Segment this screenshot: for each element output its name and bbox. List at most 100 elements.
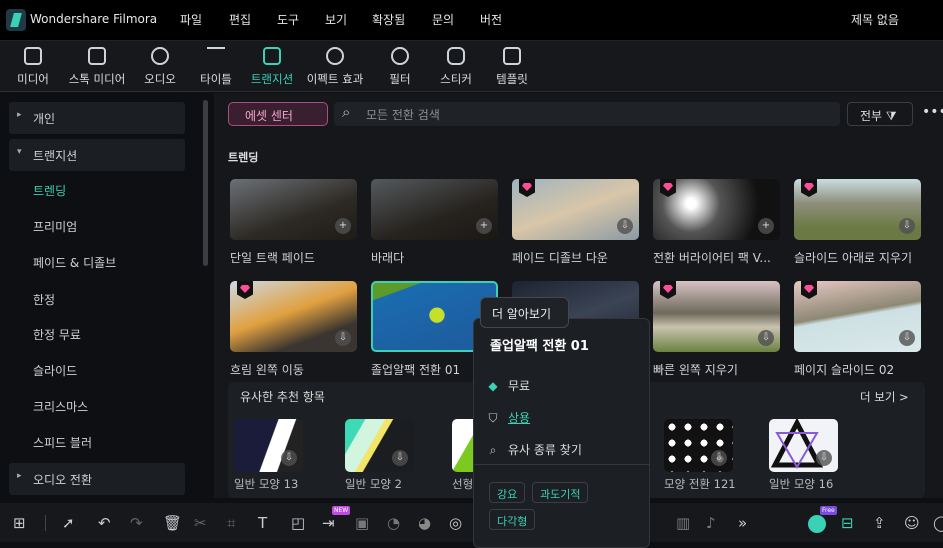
filter-all-button[interactable]: 전부 ⧩ [847,102,913,126]
transition-card[interactable]: ⇩ 페이드 디졸브 다운 [512,179,639,266]
download-icon[interactable]: ⇩ [335,330,351,346]
tag[interactable]: 강요 [489,482,526,503]
download-icon[interactable]: ⇩ [816,450,832,466]
more-tools-icon[interactable]: » [738,514,747,532]
transition-card[interactable]: ⇩ 빠른 왼쪽 지우기 [653,281,780,378]
sidebar-item-speed-blur[interactable]: 스피드 블러 [9,426,185,458]
card-label: 일반 모양 16 [769,477,834,491]
card-label: 슬라이드 아래로 지우기 [794,251,913,265]
menu-version[interactable]: 버전 [480,11,502,28]
template-icon [503,47,521,65]
menu-tools[interactable]: 도구 [277,11,299,28]
menu-edit[interactable]: 편집 [229,11,251,28]
search-icon: ⌕ [489,443,497,457]
card-label: 일반 모양 13 [234,477,299,491]
recommended-card[interactable]: ⇩ 일반 모양 2 [345,419,414,492]
premium-gem-icon [237,281,253,299]
menu-view[interactable]: 보기 [325,11,347,28]
sidebar-item-slide[interactable]: 슬라이드 [9,354,185,386]
transition-card[interactable]: + 전환 버라이어티 팩 V... [653,179,780,266]
sidebar-item-trending[interactable]: 트렌딩 [9,174,185,206]
asset-center-button[interactable]: 에셋 센터 [228,102,328,126]
audio-track-icon[interactable]: ♪ [706,514,716,532]
zoom-icon[interactable]: ◯ [933,514,943,532]
sidebar-item-audio-transition[interactable]: 오디오 전환 [9,463,185,495]
add-icon[interactable]: + [476,218,492,234]
recommended-card[interactable]: ⇩ 일반 모양 13 [234,419,303,492]
see-more-link[interactable]: 더 보기 > [860,389,909,405]
card-label: 페이드 디졸브 다운 [512,251,608,265]
card-label: 일반 모양 2 [345,477,402,491]
download-icon[interactable]: ⇩ [899,218,915,234]
find-similar-button[interactable]: ⌕ 유사 종류 찾기 [486,441,582,458]
add-icon[interactable]: + [758,218,774,234]
ai-copilot-icon[interactable] [808,515,826,533]
transition-card[interactable]: + 바래다 [371,179,498,266]
tag[interactable]: 과도기적 [532,482,589,503]
recommended-card[interactable]: ⇩ 모양 전환 121 [664,419,736,492]
tab-stickers[interactable]: 스티커 [426,47,486,87]
tab-media[interactable]: 미디어 [3,47,63,87]
tab-label: 타이틀 [200,72,232,86]
split-screen-icon[interactable]: ⊟ [841,514,854,532]
sidebar-item-personal[interactable]: 개인 [9,102,185,134]
download-icon[interactable]: ⇩ [758,330,774,346]
tab-effects[interactable]: 이펙트 효과 [305,47,365,87]
sidebar-item-fade-dissolve[interactable]: 페이드 & 디졸브 [9,246,185,278]
transition-card[interactable]: ⇩ 페이지 슬라이드 02 [794,281,921,378]
tab-stock-media[interactable]: 스톡 미디어 [67,47,127,87]
ai-image-icon[interactable]: ▣ [355,514,369,532]
transition-add-icon[interactable]: ⇥ [322,514,335,532]
speed-icon[interactable]: ◔ [387,514,400,532]
cut-icon[interactable]: ✂ [194,514,207,532]
tab-audio[interactable]: 오디오 [130,47,190,87]
recommended-card[interactable]: ⇩ 일반 모양 16 [769,419,838,492]
sidebar-item-christmas[interactable]: 크리스마스 [9,390,185,422]
sidebar-item-limited-free[interactable]: 한정 무료 [9,318,185,350]
undo-icon[interactable]: ↶ [98,514,111,532]
tag[interactable]: 다각형 [489,509,536,530]
tab-label: 스톡 미디어 [68,72,126,86]
layout-grid-icon[interactable]: ⊞ [13,514,26,532]
add-icon[interactable]: + [335,218,351,234]
search-input[interactable]: 모든 전환 검색 [334,102,840,126]
menu-file[interactable]: 파일 [180,11,202,28]
filter-icon [391,47,409,65]
filter-icon: ⧩ [885,109,897,123]
menu-help[interactable]: 문의 [432,11,454,28]
mask-icon[interactable]: ◰ [291,514,305,532]
sidebar-scrollbar[interactable] [203,100,208,266]
delete-icon[interactable]: 🗑 [163,514,182,532]
premium-gem-icon [660,179,676,197]
tab-titles[interactable]: 타이틀 [186,47,246,87]
project-title: 제목 없음 [851,13,899,27]
transition-card[interactable]: ⇩ 흐림 왼쪽 이동 [230,281,357,378]
redo-icon[interactable]: ↷ [130,514,143,532]
tab-transitions[interactable]: 트랜지션 [242,47,302,87]
menu-extensions[interactable]: 확장됨 [372,11,405,28]
select-pointer-icon[interactable]: ➚ [62,514,75,532]
license-link[interactable]: 상용 [508,411,530,425]
download-icon[interactable]: ⇩ [281,450,297,466]
sticker-add-icon[interactable]: ☺ [904,514,920,532]
title-bar: Wondershare Filmora 파일 편집 도구 보기 확장됨 문의 버… [0,0,943,40]
download-icon[interactable]: ⇩ [392,450,408,466]
tab-filters[interactable]: 필터 [370,47,430,87]
transition-card[interactable]: ⇩ 슬라이드 아래로 지우기 [794,179,921,266]
tab-label: 미디어 [17,72,49,86]
download-icon[interactable]: ⇩ [899,330,915,346]
ai-audio-icon[interactable]: ◎ [449,514,462,532]
more-options-icon[interactable]: ••• [922,104,943,120]
sidebar-item-transitions[interactable]: 트랜지션 [9,139,185,171]
export-clip-icon[interactable]: ⇪ [873,514,886,532]
crop-icon[interactable]: ⌗ [227,514,235,532]
color-palette-icon[interactable]: ◕ [418,514,431,532]
transition-card[interactable]: + 단일 트랙 페이드 [230,179,357,266]
tab-templates[interactable]: 템플릿 [482,47,542,87]
sidebar-item-limited[interactable]: 한정 [9,283,185,315]
text-icon[interactable]: T [258,514,267,532]
waveform-icon[interactable]: ▥ [676,514,690,532]
download-icon[interactable]: ⇩ [617,218,633,234]
sidebar-item-premium[interactable]: 프리미엄 [9,210,185,242]
download-icon[interactable]: ⇩ [711,450,727,466]
